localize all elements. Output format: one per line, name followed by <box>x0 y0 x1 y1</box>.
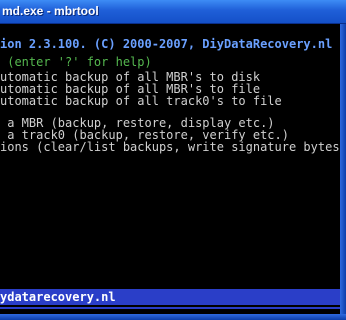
status-divider <box>0 307 340 309</box>
window-title: md.exe - mbrtool <box>2 4 99 18</box>
window-frame-right <box>340 24 346 320</box>
menu-item-backup-track0-file: utomatic backup of all track0's to file <box>0 94 282 108</box>
menu-item-options: ions (clear/list backups, write signatur… <box>0 140 340 154</box>
status-bar: ydatarecovery.nl <box>0 289 340 305</box>
status-text: ydatarecovery.nl <box>0 290 116 304</box>
help-hint: (enter '?' for help) <box>0 55 152 69</box>
version-header: ion 2.3.100. (C) 2000-2007, DiyDataRecov… <box>0 37 333 51</box>
window-frame-bottom <box>0 314 346 320</box>
console-area[interactable]: ion 2.3.100. (C) 2000-2007, DiyDataRecov… <box>0 24 340 314</box>
window-titlebar[interactable]: md.exe - mbrtool <box>0 0 346 24</box>
